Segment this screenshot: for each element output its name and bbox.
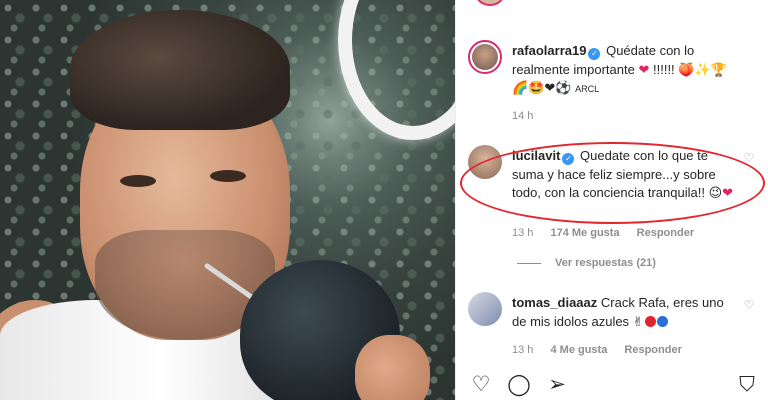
victory-emoji: ✌ <box>632 313 644 329</box>
reply-button[interactable]: Responder <box>624 344 681 356</box>
reply-button[interactable]: Responder <box>637 227 694 239</box>
caption-line2: realmente importante <box>512 61 635 77</box>
comment-text: tomas_diaaaz Crack Rafa, eres uno de mis… <box>512 294 740 331</box>
red-circle <box>644 315 656 327</box>
caption-tag: ARCL <box>575 84 600 94</box>
comment-meta: 13 h 174 Me gusta Responder <box>512 227 708 239</box>
like-heart-icon[interactable]: ♡ <box>742 151 756 165</box>
comment-avatar[interactable] <box>468 145 502 179</box>
caption-text: rafaolarra19 ✓ Quédate con lo realmente i… <box>512 42 740 99</box>
comment-username[interactable]: tomas_diaaaz <box>512 295 597 310</box>
view-replies-button[interactable]: Ver respuestas (21) <box>517 257 656 269</box>
caption-emojis: 🌈🤩❤⚽ <box>512 80 572 95</box>
verified-icon: ✓ <box>588 48 601 60</box>
comment-likes[interactable]: 4 Me gusta <box>550 344 607 356</box>
comment-text: lucilavit ✓ Quedate con lo que te suma y … <box>512 147 740 203</box>
share-icon[interactable]: ➢ <box>544 372 570 398</box>
comment-time[interactable]: 13 h <box>512 227 533 239</box>
comments-panel: rafaolarra19 ✓ Quédate con lo realmente i… <box>455 0 768 400</box>
wink-emoji: 😉 <box>708 185 723 200</box>
post-photo <box>0 0 455 400</box>
caption-line1: Quédate con lo <box>606 43 695 58</box>
like-heart-icon[interactable]: ♡ <box>742 298 756 312</box>
hand <box>355 335 430 400</box>
caption-time[interactable]: 14 h <box>512 110 533 122</box>
caption-meta: 14 h <box>512 110 547 122</box>
comment-avatar[interactable] <box>468 292 502 326</box>
author-avatar-top[interactable] <box>475 0 505 6</box>
blue-circle <box>656 315 668 327</box>
left-eye <box>120 175 156 187</box>
comment-username[interactable]: lucilavit <box>512 148 560 163</box>
right-eye <box>210 170 246 182</box>
like-icon[interactable]: ♡ <box>468 372 494 398</box>
view-replies-label[interactable]: Ver respuestas (21) <box>555 257 656 269</box>
peach-emoji: 🍑✨🏆 <box>678 61 727 77</box>
heart-emoji: ❤ <box>722 185 734 200</box>
heart-emoji: ❤ <box>638 61 650 77</box>
save-icon[interactable]: ⛉ <box>734 372 760 398</box>
action-bar: ♡ ◯ ➢ ⛉ <box>456 372 768 400</box>
comment-likes[interactable]: 174 Me gusta <box>550 227 619 239</box>
comment-meta: 13 h 4 Me gusta Responder <box>512 344 696 356</box>
caption-username[interactable]: rafaolarra19 <box>512 43 586 58</box>
verified-icon: ✓ <box>562 153 575 165</box>
person <box>0 0 455 400</box>
hair <box>70 10 290 130</box>
comment-time[interactable]: 13 h <box>512 344 533 356</box>
comment-icon[interactable]: ◯ <box>506 372 532 398</box>
caption-exclamations: !!!!!! <box>653 61 675 77</box>
caption-avatar[interactable] <box>468 40 502 74</box>
